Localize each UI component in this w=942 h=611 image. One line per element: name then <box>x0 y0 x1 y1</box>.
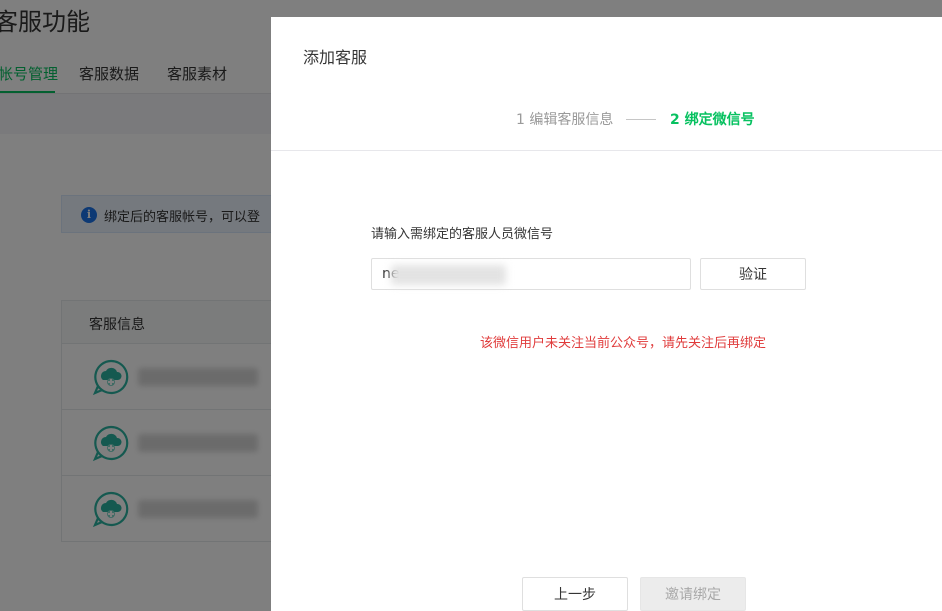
add-service-dialog: 添加客服 1 编辑客服信息 2 绑定微信号 请输入需绑定的客服人员微信号 验证 … <box>271 17 942 611</box>
step-edit-info: 1 编辑客服信息 <box>516 112 614 128</box>
input-redacted <box>391 265 506 285</box>
step-connector <box>626 119 656 120</box>
dialog-title: 添加客服 <box>303 48 368 67</box>
wechat-id-label: 请输入需绑定的客服人员微信号 <box>371 227 554 242</box>
step-bind-wechat: 2 绑定微信号 <box>670 112 755 128</box>
page: 客服功能 帐号管理 客服数据 客服素材 i 绑定后的客服帐号，可以登 客服信息 <box>0 0 942 611</box>
dialog-header-divider <box>271 150 942 151</box>
verify-button[interactable]: 验证 <box>700 258 806 290</box>
invite-bind-button[interactable]: 邀请绑定 <box>640 577 746 611</box>
previous-step-button[interactable]: 上一步 <box>522 577 628 611</box>
error-message: 该微信用户未关注当前公众号，请先关注后再绑定 <box>480 336 767 351</box>
step-indicator: 1 编辑客服信息 2 绑定微信号 <box>271 109 942 129</box>
